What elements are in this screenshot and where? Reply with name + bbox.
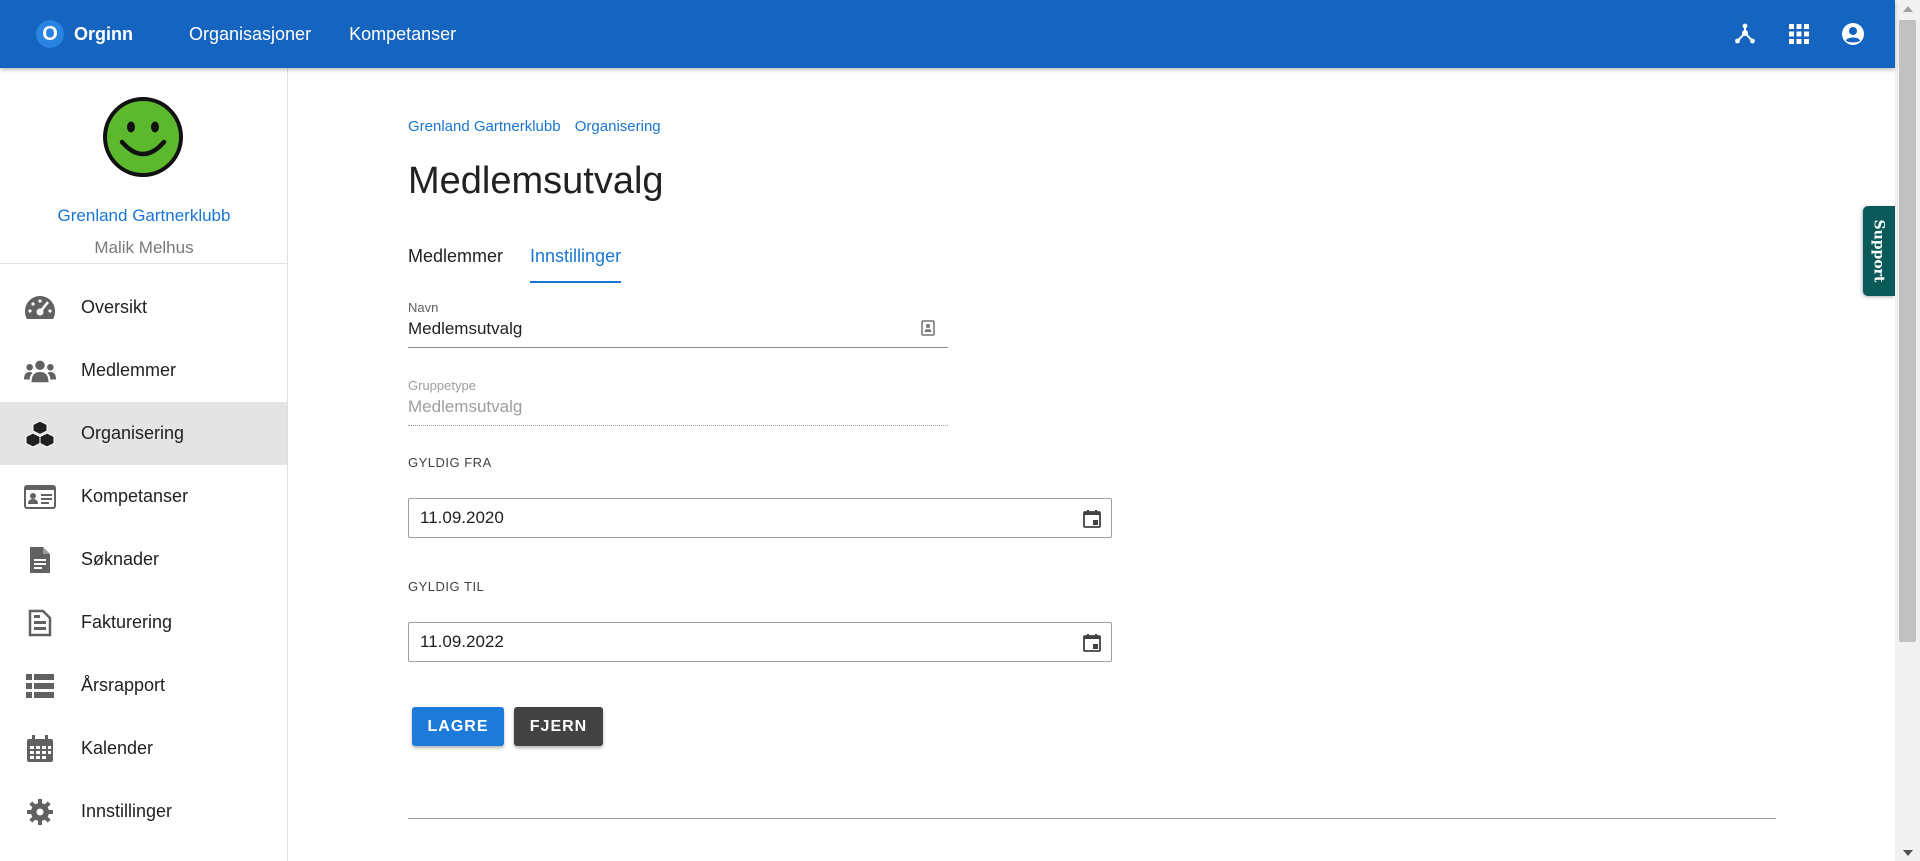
sidebar-item-soknader[interactable]: Søknader <box>0 528 287 591</box>
breadcrumb-org[interactable]: Grenland Gartnerklubb <box>408 118 561 135</box>
top-app-bar: O Orginn Organisasjoner Kompetanser <box>0 0 1895 68</box>
sidebar-item-label: Innstillinger <box>81 801 173 821</box>
tab-innstillinger[interactable]: Innstillinger <box>530 246 622 283</box>
tab-medlemmer[interactable]: Medlemmer <box>408 246 503 283</box>
scroll-down-arrow-icon[interactable] <box>1895 844 1920 861</box>
gear-icon <box>24 796 56 828</box>
sidebar: Grenland Gartnerklubb Malik Melhus Overs… <box>0 68 288 861</box>
valid-from-input[interactable]: 11.09.2020 <box>408 498 1112 538</box>
name-field-input[interactable]: Medlemsutvalg <box>408 319 948 348</box>
name-field[interactable]: Navn Medlemsutvalg <box>408 300 948 348</box>
sidebar-menu: Oversikt Medlemmer Organisering Kompetan… <box>0 276 287 843</box>
sidebar-org-name[interactable]: Grenland Gartnerklubb <box>0 206 288 226</box>
sidebar-item-arsrapport[interactable]: Årsrapport <box>0 654 287 717</box>
sidebar-item-label: Organisering <box>81 423 185 443</box>
valid-from-value: 11.09.2020 <box>420 508 504 527</box>
sidebar-item-kalender[interactable]: Kalender <box>0 717 287 780</box>
nav-organisasjoner[interactable]: Organisasjoner <box>189 24 311 45</box>
group-type-field: Gruppetype Medlemsutvalg <box>408 378 948 426</box>
sidebar-item-fakturering[interactable]: Fakturering <box>0 591 287 654</box>
appbar-actions <box>1733 0 1865 68</box>
valid-to-input[interactable]: 11.09.2022 <box>408 622 1112 662</box>
calendar-icon <box>24 733 56 765</box>
sidebar-item-medlemmer[interactable]: Medlemmer <box>0 339 287 402</box>
id-card-icon <box>24 481 56 513</box>
brand-logo[interactable]: O Orginn <box>36 20 133 48</box>
brand-badge: O <box>36 20 64 48</box>
brand-name: Orginn <box>74 23 133 44</box>
name-field-value: Medlemsutvalg <box>408 319 523 338</box>
account-circle-icon[interactable] <box>1841 22 1865 46</box>
support-tab[interactable]: Support <box>1863 206 1895 296</box>
breadcrumb: Grenland Gartnerklubb Organisering <box>408 118 671 135</box>
apps-grid-icon[interactable] <box>1787 22 1811 46</box>
hierarchy-icon[interactable] <box>1733 22 1757 46</box>
group-type-value: Medlemsutvalg <box>408 397 948 426</box>
sidebar-item-label: Kalender <box>81 738 154 758</box>
scroll-up-arrow-icon[interactable] <box>1895 0 1920 17</box>
breadcrumb-organisering[interactable]: Organisering <box>575 118 661 135</box>
group-icon <box>24 355 56 387</box>
sidebar-item-label: Oversikt <box>81 297 148 317</box>
group-type-label: Gruppetype <box>408 378 476 393</box>
speedometer-icon <box>24 292 56 324</box>
list-icon <box>24 670 56 702</box>
calendar-picker-icon[interactable] <box>1081 632 1103 654</box>
calendar-picker-icon[interactable] <box>1081 508 1103 530</box>
save-button[interactable]: LAGRE <box>412 707 504 746</box>
tabs: Medlemmer Innstillinger <box>408 246 648 283</box>
invoice-icon <box>24 607 56 639</box>
scrollbar-thumb[interactable] <box>1899 20 1916 642</box>
sidebar-item-oversikt[interactable]: Oversikt <box>0 276 287 339</box>
sidebar-user-name: Malik Melhus <box>94 238 194 257</box>
remove-button[interactable]: FJERN <box>514 707 603 746</box>
sidebar-item-label: Fakturering <box>81 612 173 632</box>
document-icon <box>24 544 56 576</box>
cubes-icon <box>24 418 56 450</box>
valid-to-label: GYLDIG TIL <box>408 579 485 594</box>
sidebar-item-label: Søknader <box>81 549 160 569</box>
valid-from-label: GYLDIG FRA <box>408 455 492 470</box>
name-field-label: Navn <box>408 300 439 315</box>
sidebar-item-label: Kompetanser <box>81 486 189 506</box>
sidebar-item-kompetanser[interactable]: Kompetanser <box>0 465 287 528</box>
sidebar-item-innstillinger[interactable]: Innstillinger <box>0 780 287 843</box>
support-label: Support <box>1871 219 1887 283</box>
sidebar-item-label: Medlemmer <box>81 360 177 380</box>
section-divider <box>408 818 1776 819</box>
sidebar-divider <box>0 263 288 264</box>
sidebar-item-organisering[interactable]: Organisering <box>0 402 287 465</box>
page-title: Medlemsutvalg <box>408 160 664 202</box>
valid-to-value: 11.09.2022 <box>420 632 504 651</box>
contact-card-icon <box>920 319 938 337</box>
smiley-face-icon <box>102 96 184 178</box>
vertical-scrollbar[interactable] <box>1895 0 1920 861</box>
sidebar-item-label: Årsrapport <box>81 675 166 695</box>
nav-kompetanser[interactable]: Kompetanser <box>349 24 456 45</box>
